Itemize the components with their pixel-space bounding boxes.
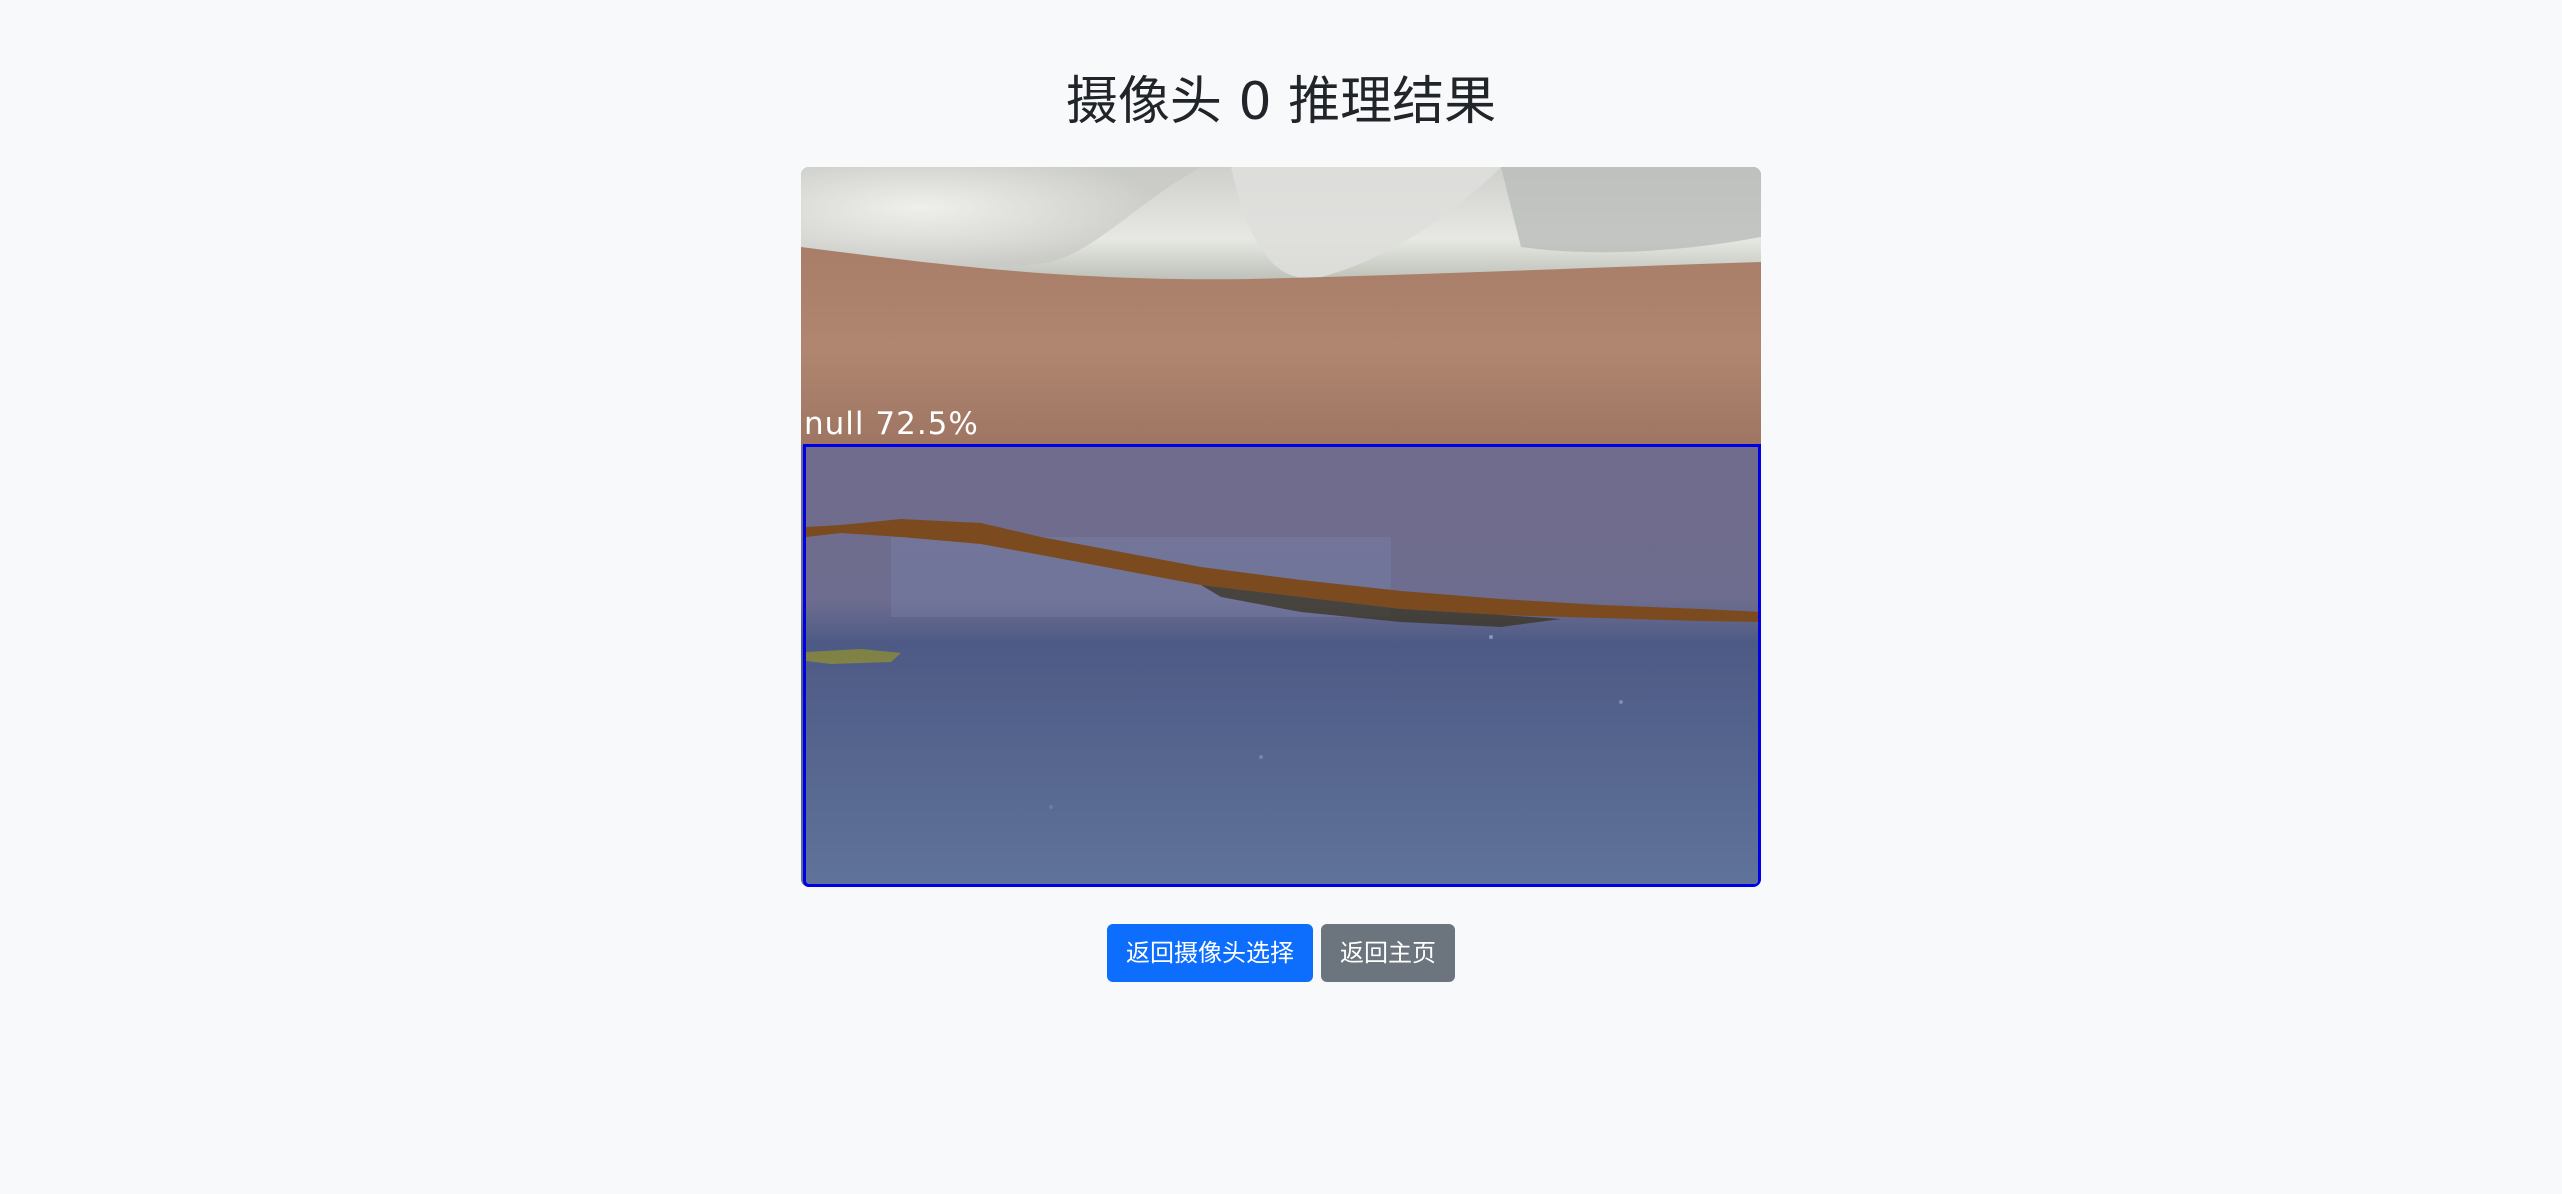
page-title: 摄像头 0 推理结果 (1065, 72, 1497, 132)
inference-result-image: null 72.5% (801, 167, 1761, 887)
back-to-camera-selection-button[interactable]: 返回摄像头选择 (1107, 924, 1313, 982)
camera-frame (801, 167, 1761, 887)
page: 摄像头 0 推理结果 null 72.5% 返回摄像头选择 返回主页 (0, 0, 2562, 1194)
detection-label: null 72.5% (804, 406, 979, 442)
action-buttons: 返回摄像头选择 返回主页 (0, 924, 2562, 982)
back-to-home-button[interactable]: 返回主页 (1321, 924, 1455, 982)
